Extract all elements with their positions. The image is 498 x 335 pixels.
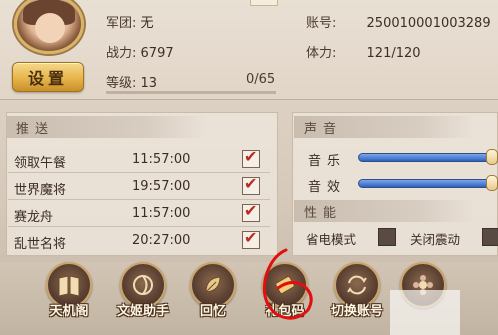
power-label: 战力: [106, 46, 137, 61]
player-avatar[interactable] [14, 0, 84, 54]
stamina-value: 121/120 [366, 46, 421, 61]
check-icon: ✔ [244, 174, 258, 193]
push-item-name: 赛龙舟 [14, 210, 54, 225]
push-section-title: 推送 [6, 116, 206, 138]
power-saving-checkbox[interactable] [378, 228, 396, 246]
bottom-item-label: 天机阁 [49, 304, 89, 319]
push-item-name: 领取午餐 [14, 156, 67, 171]
push-item-name: 乱世名将 [14, 237, 67, 252]
sound-section-title: 声音 [294, 116, 474, 138]
bottom-item-label: 切换账号 [330, 304, 383, 319]
push-item-time: 11:57:00 [132, 152, 191, 167]
music-label: 音乐 [308, 154, 347, 169]
bottom-item-label: 回忆 [199, 304, 226, 319]
push-checkbox[interactable]: ✔ [242, 147, 260, 168]
memories-button[interactable]: 回忆 [182, 262, 244, 332]
tianji-pavilion-button[interactable]: 天机阁 [38, 262, 100, 332]
watermark-blur [390, 290, 460, 335]
annotation-circle [262, 248, 313, 320]
power-value: 6797 [140, 46, 174, 61]
music-slider[interactable] [358, 153, 498, 162]
vibration-label: 关闭震动 [410, 232, 461, 247]
effects-label: 音效 [308, 180, 347, 195]
power-stat: 战力: 6797 [106, 42, 174, 61]
push-item-time: 11:57:00 [132, 206, 191, 221]
bottom-item-label: 文姬助手 [116, 304, 169, 319]
push-item-name: 世界魔将 [14, 183, 67, 198]
switch-account-button[interactable]: 切换账号 [326, 262, 388, 332]
push-row: 世界魔将 19:57:00 ✔ [8, 173, 272, 199]
check-icon: ✔ [244, 201, 258, 220]
performance-section-title: 性能 [294, 200, 474, 222]
check-icon: ✔ [244, 147, 258, 166]
account-value: 250010001003289 [366, 16, 491, 31]
xp-text: 0/65 [246, 72, 276, 87]
music-slider-knob[interactable] [486, 149, 498, 165]
account-label: 账号: [306, 16, 337, 31]
push-item-time: 19:57:00 [132, 179, 191, 194]
level-label: 等级: [106, 76, 137, 91]
vibration-checkbox[interactable] [482, 228, 498, 246]
level-stat: 等级: 13 [106, 72, 157, 91]
push-item-time: 20:27:00 [132, 233, 191, 248]
account-stat: 账号: 250010001003289 [306, 12, 491, 31]
legion-stat: 军团: 无 [106, 12, 154, 31]
settings-button[interactable]: 设置 [12, 62, 84, 92]
push-checkbox[interactable]: ✔ [242, 174, 260, 195]
legion-label: 军团: [106, 16, 137, 31]
push-row: 乱世名将 20:27:00 ✔ [8, 227, 272, 253]
stamina-stat: 体力: 121/120 [306, 42, 421, 61]
push-row: 领取午餐 11:57:00 ✔ [8, 146, 272, 172]
xp-bar [106, 91, 276, 94]
stamina-label: 体力: [306, 46, 337, 61]
effects-slider-knob[interactable] [486, 175, 498, 191]
avatar-face [35, 13, 65, 43]
push-checkbox[interactable]: ✔ [242, 201, 260, 222]
settings-screen: 军团: 无 战力: 6797 等级: 13 0/65 账号: 250010001… [0, 0, 498, 335]
push-row: 赛龙舟 11:57:00 ✔ [8, 200, 272, 226]
effects-slider[interactable] [358, 179, 498, 188]
wenji-assistant-button[interactable]: 文姬助手 [112, 262, 174, 332]
top-tab [250, 0, 278, 6]
legion-value: 无 [140, 16, 154, 31]
level-value: 13 [140, 76, 158, 91]
check-icon: ✔ [244, 228, 258, 247]
